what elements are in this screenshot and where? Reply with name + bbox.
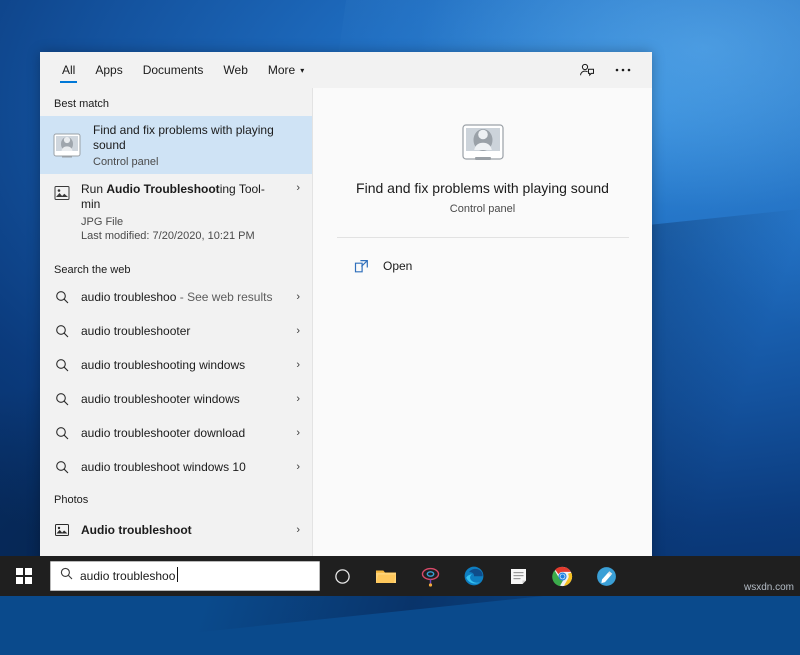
start-button[interactable] — [0, 556, 48, 596]
chevron-down-icon: ▾ — [300, 67, 304, 75]
image-watermark: wsxdn.com — [744, 582, 794, 593]
tab-documents-label: Documents — [143, 63, 204, 77]
best-match-subtitle: Control panel — [93, 156, 300, 168]
chrome-icon[interactable] — [540, 556, 584, 596]
tab-all-label: All — [62, 63, 75, 77]
photos-result-label: Audio troubleshoot — [81, 523, 192, 537]
preview-title: Find and fix problems with playing sound — [356, 180, 609, 196]
best-match-title: Find and fix problems with playing sound — [93, 123, 300, 153]
web-result-row-5[interactable]: audio troubleshooter download › — [40, 416, 312, 450]
cortana-icon[interactable] — [320, 556, 364, 596]
taskbar-search-input[interactable]: audio troubleshoo — [50, 561, 320, 591]
search-filter-tabs: All Apps Documents Web More ▾ — [40, 52, 652, 88]
preview-open-label: Open — [383, 259, 412, 273]
open-external-icon — [351, 259, 371, 274]
search-icon — [60, 567, 73, 585]
chevron-right-icon[interactable]: › — [290, 325, 300, 337]
web-result-label-1: audio troubleshoo - See web results — [81, 290, 272, 304]
file-explorer-icon[interactable] — [364, 556, 408, 596]
section-header-photos: Photos — [40, 484, 312, 510]
taskbar: audio troubleshoo — [0, 556, 800, 596]
web-result-label-4: audio troubleshooter windows — [81, 392, 240, 406]
tab-web[interactable]: Web — [213, 52, 257, 88]
section-header-search-the-web: Search the web — [40, 254, 312, 280]
chevron-right-icon[interactable]: › — [290, 461, 300, 473]
tab-more-label: More — [268, 63, 295, 77]
photo-icon — [52, 522, 72, 538]
search-icon — [52, 392, 72, 406]
tab-apps-label: Apps — [95, 63, 122, 77]
tab-web-label: Web — [223, 63, 247, 77]
flyout-body: Best match Find and fix problems with pl… — [40, 88, 652, 566]
web-result-label-6: audio troubleshoot windows 10 — [81, 460, 246, 474]
file-result-type: JPG File — [81, 216, 277, 228]
section-header-best-match: Best match — [40, 88, 312, 114]
search-icon — [52, 324, 72, 338]
search-icon — [52, 290, 72, 304]
picture-file-icon — [52, 184, 72, 202]
result-file-item[interactable]: Run Audio Troubleshooting Tool-min JPG F… — [40, 174, 312, 254]
file-result-title: Run Audio Troubleshooting Tool-min — [81, 182, 277, 212]
chevron-right-icon[interactable]: › — [290, 393, 300, 405]
chevron-right-icon[interactable]: › — [290, 524, 300, 536]
preview-content: Find and fix problems with playing sound… — [313, 88, 652, 286]
file-title-match: Audio Troubleshoot — [106, 182, 219, 196]
file-result-text: Run Audio Troubleshooting Tool-min JPG F… — [81, 182, 277, 242]
windows-logo-icon — [16, 568, 32, 584]
sticky-notes-icon[interactable] — [496, 556, 540, 596]
windows-search-flyout: All Apps Documents Web More ▾ — [40, 52, 652, 566]
tab-more[interactable]: More ▾ — [258, 52, 314, 88]
web-result-label-3: audio troubleshooting windows — [81, 358, 245, 372]
tab-apps[interactable]: Apps — [85, 52, 132, 88]
web-result-label-2: audio troubleshooter — [81, 324, 190, 338]
photos-result-row[interactable]: Audio troubleshoot › — [40, 510, 312, 550]
control-panel-troubleshoot-icon — [459, 118, 507, 166]
snipping-tool-icon[interactable] — [584, 556, 628, 596]
chevron-right-icon[interactable]: › — [290, 359, 300, 371]
web-result-row-6[interactable]: audio troubleshoot windows 10 › — [40, 450, 312, 484]
search-icon — [52, 460, 72, 474]
search-icon — [52, 426, 72, 440]
best-match-text: Find and fix problems with playing sound… — [93, 123, 300, 168]
web-result-label-5: audio troubleshooter download — [81, 426, 245, 440]
preview-subtitle: Control panel — [450, 203, 515, 215]
tab-documents[interactable]: Documents — [133, 52, 214, 88]
web-result-row-3[interactable]: audio troubleshooting windows › — [40, 348, 312, 382]
file-result-modified: Last modified: 7/20/2020, 10:21 PM — [81, 230, 277, 242]
control-panel-troubleshoot-icon — [52, 130, 82, 160]
web-result-row-4[interactable]: audio troubleshooter windows › — [40, 382, 312, 416]
web-result-row-2[interactable]: audio troubleshooter › — [40, 314, 312, 348]
search-icon — [52, 358, 72, 372]
preview-divider — [337, 237, 629, 238]
chevron-right-icon[interactable]: › — [290, 182, 300, 194]
web-query-1: audio troubleshoo — [81, 290, 176, 304]
chevron-right-icon[interactable]: › — [290, 291, 300, 303]
search-preview-pane: Find and fix problems with playing sound… — [312, 88, 652, 566]
search-results-list: Best match Find and fix problems with pl… — [40, 88, 312, 566]
paint3d-icon[interactable] — [408, 556, 452, 596]
taskbar-search-value: audio troubleshoo — [80, 569, 175, 583]
chevron-right-icon[interactable]: › — [290, 427, 300, 439]
edge-icon[interactable] — [452, 556, 496, 596]
person-feedback-icon[interactable] — [572, 55, 602, 85]
preview-open-action[interactable]: Open — [313, 246, 652, 286]
tab-all[interactable]: All — [52, 52, 85, 88]
web-result-row-1[interactable]: audio troubleshoo - See web results › — [40, 280, 312, 314]
result-best-match[interactable]: Find and fix problems with playing sound… — [40, 116, 312, 174]
ellipsis-icon[interactable] — [608, 55, 638, 85]
file-title-prefix: Run — [81, 182, 106, 196]
flyout-actions — [572, 55, 640, 85]
web-suffix-1: - See web results — [176, 290, 272, 304]
